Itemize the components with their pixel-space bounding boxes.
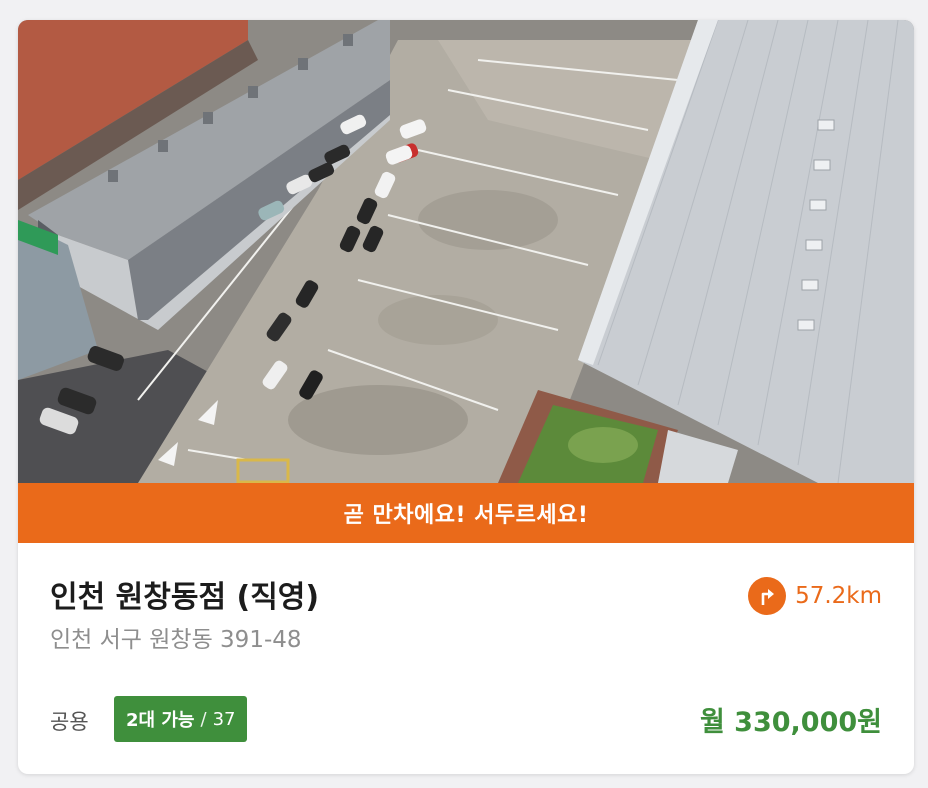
turn-right-arrow-icon [748, 577, 787, 615]
parking-lot-name: 인천 원창동점 (직영) [50, 580, 320, 615]
available-count: 2대 가능 [126, 710, 195, 731]
parking-lot-aerial-photo [18, 20, 914, 483]
distance-info[interactable]: 57.2km [748, 577, 882, 615]
availability-separator: / [200, 708, 207, 730]
parking-lot-address: 인천 서구 원창동 391-48 [50, 627, 302, 653]
monthly-price: 월 330,000원 [699, 707, 882, 738]
distance-text: 57.2km [795, 583, 882, 609]
almost-full-banner: 곧 만차에요! 서두르세요! [18, 483, 914, 543]
banner-text: 곧 만차에요! 서두르세요! [343, 503, 589, 528]
availability-badge: 2대 가능 / 37 [114, 696, 248, 742]
total-spaces: 37 [212, 708, 236, 730]
parking-type-label: 공용 [50, 710, 89, 734]
parking-lot-card[interactable]: 곧 만차에요! 서두르세요! 인천 원창동점 (직영) 인천 서구 원창동 39… [18, 20, 914, 774]
